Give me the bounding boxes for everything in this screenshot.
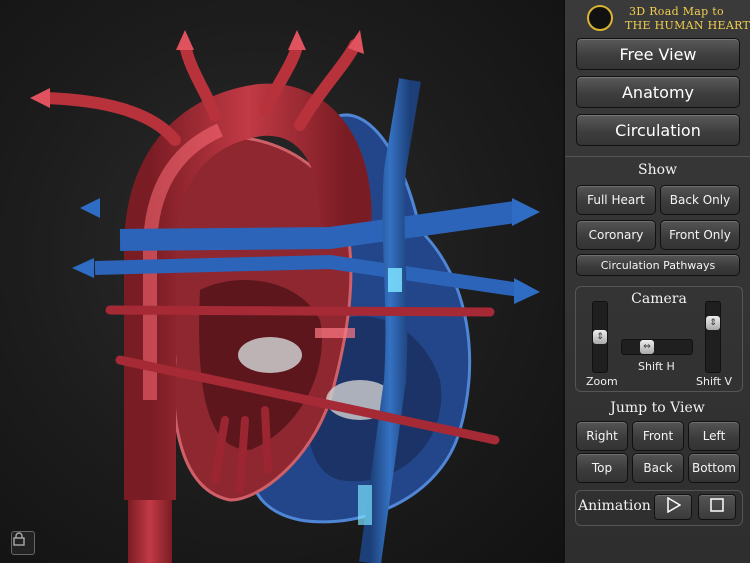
show-title: Show (637, 162, 678, 178)
shift-v-label: Shift V (696, 375, 733, 388)
front-only-button[interactable]: Front Only (660, 220, 740, 250)
circulation-pathways-button[interactable]: Circulation Pathways (576, 254, 740, 276)
view-right-button[interactable]: Right (576, 421, 628, 451)
control-panel: 3D Road Map to THE HUMAN HEART Free View… (563, 0, 750, 563)
full-heart-button[interactable]: Full Heart (576, 185, 656, 215)
zoom-label: Zoom (586, 375, 618, 388)
anatomy-button[interactable]: Anatomy (576, 76, 740, 108)
shift-h-label: Shift H (638, 360, 675, 373)
shift-v-slider[interactable]: ⇕ (705, 301, 721, 373)
ivc-flow-highlight (358, 485, 372, 525)
shift-h-slider[interactable]: ⇔ (621, 339, 693, 355)
view-back-button[interactable]: Back (632, 453, 684, 483)
app-logo: 3D Road Map to THE HUMAN HEART (587, 3, 750, 35)
heart-3d-viewport[interactable] (0, 0, 563, 563)
play-button[interactable] (654, 494, 692, 520)
camera-controls: Camera ⇕ ⇔ ⇕ Zoom Shift H Shift V (575, 286, 743, 392)
circulation-button[interactable]: Circulation (576, 114, 740, 146)
stop-button[interactable] (698, 494, 736, 520)
lock-button[interactable] (11, 531, 35, 555)
heart-logo-icon (587, 5, 613, 31)
shift-v-slider-thumb[interactable]: ⇕ (706, 316, 720, 330)
animation-label: Animation (578, 498, 651, 514)
view-top-button[interactable]: Top (576, 453, 628, 483)
jump-to-view-title: Jump to View (610, 400, 705, 416)
coronary-button[interactable]: Coronary (576, 220, 656, 250)
logo-line2: THE HUMAN HEART (625, 19, 750, 32)
logo-line1: 3D Road Map to (629, 5, 724, 18)
descending-aorta (128, 500, 172, 563)
back-only-button[interactable]: Back Only (660, 185, 740, 215)
view-left-button[interactable]: Left (688, 421, 740, 451)
vena-cava-flow-highlight (388, 268, 402, 292)
view-bottom-button[interactable]: Bottom (688, 453, 740, 483)
free-view-button[interactable]: Free View (576, 38, 740, 70)
animation-controls: Animation (575, 490, 743, 526)
zoom-slider[interactable]: ⇕ (592, 301, 608, 373)
stop-icon (709, 497, 725, 517)
mitral-valve (238, 337, 302, 373)
heart-model[interactable] (0, 0, 563, 563)
red-flow-highlight (315, 328, 355, 338)
view-front-button[interactable]: Front (632, 421, 684, 451)
divider (565, 156, 750, 157)
play-icon (665, 496, 682, 517)
zoom-slider-thumb[interactable]: ⇕ (593, 330, 607, 344)
shift-h-slider-thumb[interactable]: ⇔ (640, 340, 654, 354)
